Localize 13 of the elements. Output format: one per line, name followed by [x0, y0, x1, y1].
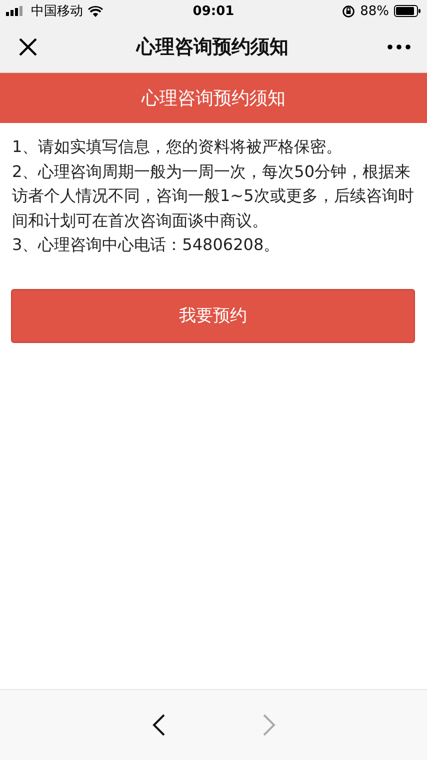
banner-title: 心理咨询预约须知: [142, 87, 286, 110]
notice-text: 3、心理咨询中心电话：54806208。: [12, 234, 281, 256]
notice-text: 1、请如实填写信息，您的资料将被严格保密。: [12, 136, 344, 158]
rotation-lock-icon: [342, 4, 356, 18]
battery-percent: 88%: [360, 4, 389, 18]
wifi-icon: [88, 6, 103, 16]
battery-icon: [394, 5, 421, 17]
notice-text: 2、心理咨询周期一般为一周一次，每次50分钟，根据来访者个人情况不同，咨询一般1~5次或更多，后续咨询时间和计划可在首次咨询面谈中商议。: [12, 160, 415, 232]
more-button[interactable]: [385, 42, 413, 52]
carrier-name: 中国移动: [31, 3, 83, 20]
appointment-button[interactable]: 我要预约: [11, 288, 415, 342]
page-title: 心理咨询预约须知: [136, 35, 288, 60]
status-time: 09:01: [192, 4, 234, 18]
